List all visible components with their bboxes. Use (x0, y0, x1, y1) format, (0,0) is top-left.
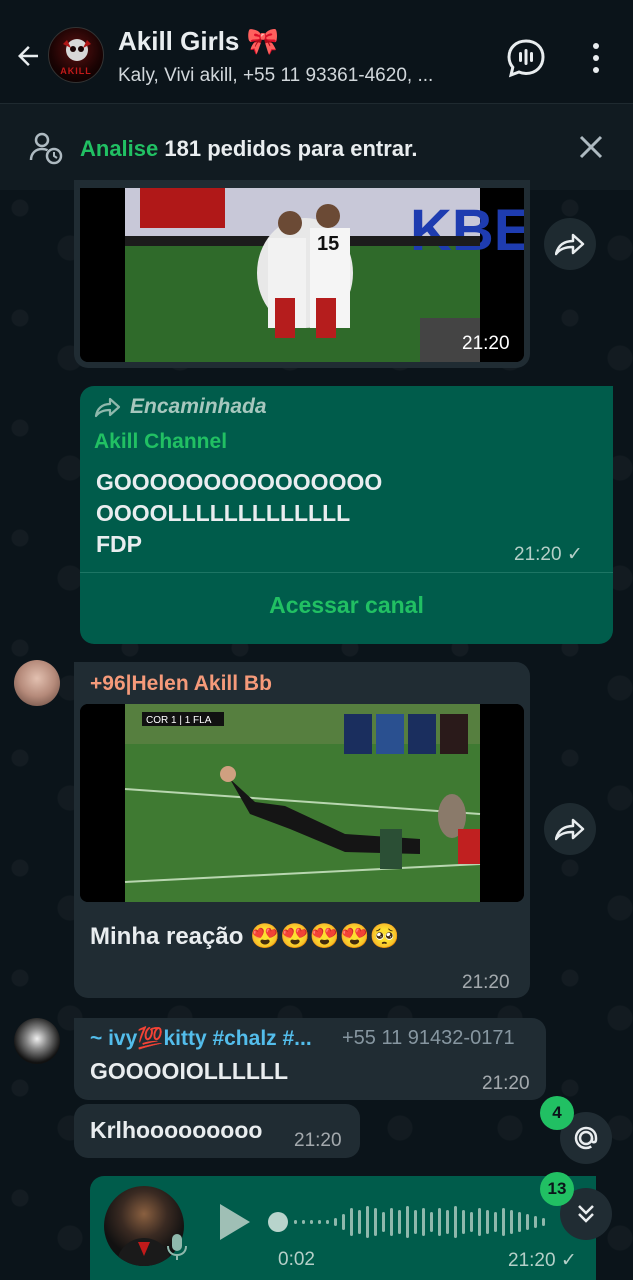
back-arrow-icon[interactable] (8, 36, 48, 76)
voice-time: 21:20 ✓ (508, 1250, 577, 1271)
follow-up-time: 21:20 (294, 1130, 342, 1151)
voice-chat-icon[interactable] (506, 38, 546, 78)
forwarded-icon (94, 396, 122, 423)
message-line-2: OOOOLLLLLLLLLLLLL (96, 500, 351, 526)
helen-message-text: Minha reação 😍😍😍😍🥺 (90, 923, 400, 950)
close-icon[interactable] (574, 130, 608, 164)
svg-text:KBET: KBET (410, 198, 524, 263)
voice-duration: 0:02 (278, 1249, 315, 1270)
forward-icon[interactable] (544, 803, 596, 855)
channel-name[interactable]: Akill Channel (94, 430, 227, 454)
open-channel-button[interactable]: Acessar canal (80, 592, 613, 619)
mic-icon (166, 1232, 188, 1267)
pending-user-icon (28, 130, 64, 171)
svg-text:15: 15 (317, 233, 339, 255)
helen-sender-name[interactable]: +96|Helen Akill Bb (90, 672, 272, 696)
ivy-message-text: GOOOOIOLLLLLL (90, 1058, 289, 1084)
review-link[interactable]: Analise (80, 136, 158, 161)
group-members[interactable]: Kaly, Vivi akill, +55 11 93361-4620, ... (118, 65, 488, 87)
ivy-avatar[interactable] (14, 1018, 60, 1064)
forwarded-label: Encaminhada (130, 395, 267, 418)
ivy-message-time: 21:20 (482, 1073, 530, 1094)
voice-waveform[interactable] (268, 1200, 568, 1249)
ivy-sender-name[interactable]: ~ ivy💯kitty #chalz #... (90, 1027, 312, 1051)
group-avatar-text: AKILL (60, 66, 92, 76)
group-title[interactable]: Akill Girls 🎀 (118, 26, 279, 57)
unread-count-badge: 13 (540, 1172, 574, 1206)
video-time: 21:20 (462, 333, 510, 354)
more-options-icon[interactable] (580, 38, 612, 78)
group-avatar[interactable]: AKILL (48, 27, 104, 83)
ivy-phone-number[interactable]: +55 11 91432-0171 (342, 1027, 515, 1050)
helen-message-time: 21:20 (462, 972, 510, 993)
play-icon[interactable] (216, 1202, 252, 1247)
message-time: 21:20 ✓ (514, 544, 583, 565)
helen-video-thumbnail[interactable]: COR 1 | 1 FLA (80, 704, 524, 902)
follow-up-text: Krlhooooooooo (90, 1117, 263, 1143)
mentions-count-badge: 4 (540, 1096, 574, 1130)
video-thumbnail[interactable]: KBET 15 (80, 188, 524, 362)
scoreboard-text: COR 1 | 1 FLA (146, 715, 212, 726)
message-line-3: FDP (96, 531, 142, 557)
divider (80, 572, 613, 573)
join-requests-text[interactable]: Analise 181 pedidos para entrar. (80, 136, 418, 162)
forward-icon[interactable] (544, 218, 596, 270)
chat-header: AKILL Akill Girls 🎀 Kaly, Vivi akill, +5… (0, 0, 633, 104)
helen-avatar[interactable] (14, 660, 60, 706)
message-line-1: GOOOOOOOOOOOOOOO (96, 469, 383, 495)
